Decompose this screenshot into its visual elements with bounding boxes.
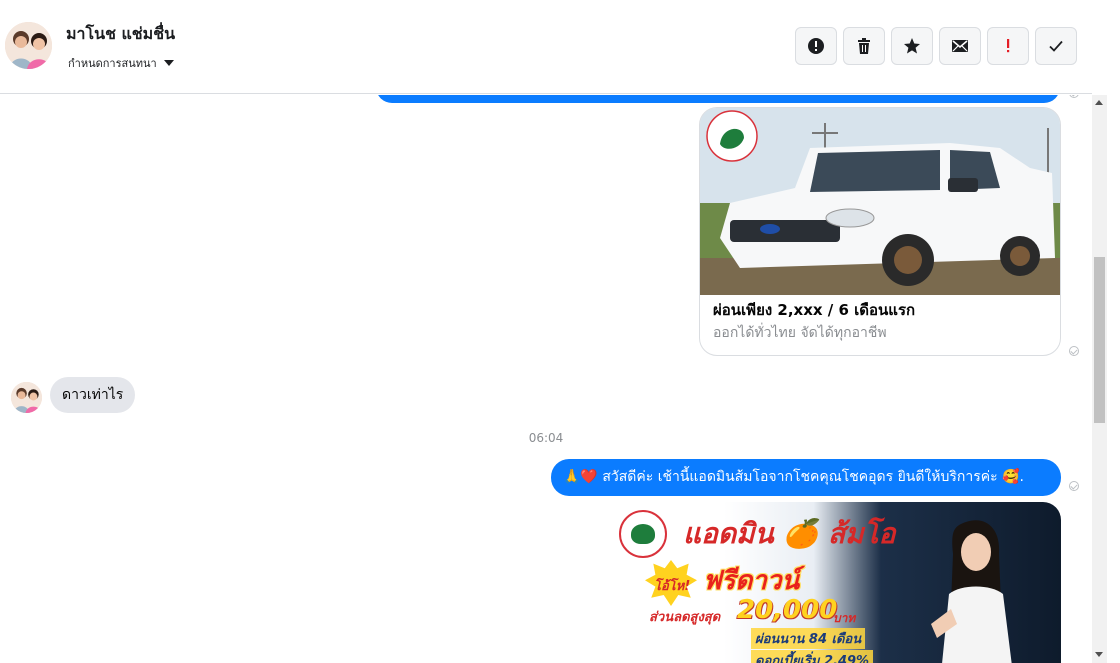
contact-avatar[interactable]: [5, 22, 52, 69]
seen-check-icon: [1069, 481, 1079, 491]
card-title: ผ่อนเพียง 2,xxx / 6 เดือนแรก: [713, 301, 916, 319]
promo-installment: ผ่อนนาน 84 เดือน: [751, 628, 866, 649]
mark-done-button[interactable]: [1035, 27, 1077, 65]
flag-button[interactable]: [987, 27, 1029, 65]
header-actions: [795, 27, 1077, 65]
report-button[interactable]: [795, 27, 837, 65]
caret-down-icon: [163, 60, 174, 66]
pickup-truck-image: [700, 108, 1060, 295]
promo-image[interactable]: แอดมิน 🍊 ส้มโอ โอ้โห! ฟรีดาวน์ ส่วนลดสูง…: [611, 502, 1061, 663]
message-timestamp: 06:04: [528, 431, 564, 445]
trash-icon: [858, 38, 870, 54]
promo-headline: แอดมิน 🍊 ส้มโอ: [683, 517, 896, 550]
promo-person-image: [931, 520, 1012, 663]
seen-check-icon: [1069, 346, 1079, 356]
star-button[interactable]: [891, 27, 933, 65]
promo-badge-text: โอ้โห!: [654, 579, 691, 594]
contact-name[interactable]: มาโนช แช่มชื่น: [66, 22, 175, 47]
exclamation-icon: [1007, 39, 1010, 53]
conversation-settings-label: กำหนดการสนทนา: [68, 57, 157, 70]
mail-icon: [952, 40, 968, 52]
sender-avatar[interactable]: [11, 382, 42, 413]
scroll-down-icon[interactable]: [1095, 652, 1103, 657]
outgoing-message[interactable]: 🙏❤️ สวัสดีค่ะ เช้านี้แอดมินส้มโอจากโชคคุ…: [551, 459, 1061, 496]
report-icon: [808, 38, 824, 54]
star-icon: [904, 38, 920, 54]
incoming-message[interactable]: ดาวเท่าไร: [50, 377, 136, 413]
scrollbar[interactable]: [1092, 95, 1107, 663]
check-icon: [1049, 40, 1063, 52]
mark-unread-button[interactable]: [939, 27, 981, 65]
scroll-up-icon[interactable]: [1095, 100, 1103, 105]
promo-interest: ดอกเบี้ยเริ่ม 2.49%: [751, 650, 874, 663]
dealer-logo: [619, 510, 667, 558]
promo-discount-amount: 20,000: [737, 595, 838, 625]
link-preview-card[interactable]: ผ่อนเพียง 2,xxx / 6 เดือนแรก ออกได้ทั่วไ…: [699, 107, 1061, 356]
message-thread[interactable]: ผ่อนเพียง 2,xxx / 6 เดือนแรก ออกได้ทั่วไ…: [0, 95, 1092, 663]
conversation-settings-dropdown[interactable]: กำหนดการสนทนา: [68, 54, 174, 72]
promo-discount-label: ส่วนลดสูงสุด: [649, 610, 721, 625]
card-subtitle: ออกได้ทั่วไทย จัดได้ทุกอาชีพ: [713, 325, 887, 341]
scrollbar-thumb[interactable]: [1094, 257, 1105, 423]
delete-button[interactable]: [843, 27, 885, 65]
promo-burst-badge: โอ้โห!: [645, 560, 697, 606]
conversation-header: มาโนช แช่มชื่น กำหนดการสนทนา: [0, 0, 1092, 94]
promo-currency: บาท: [833, 611, 856, 625]
seen-check-icon: [1069, 95, 1079, 98]
previous-outgoing-message: [376, 95, 1060, 103]
